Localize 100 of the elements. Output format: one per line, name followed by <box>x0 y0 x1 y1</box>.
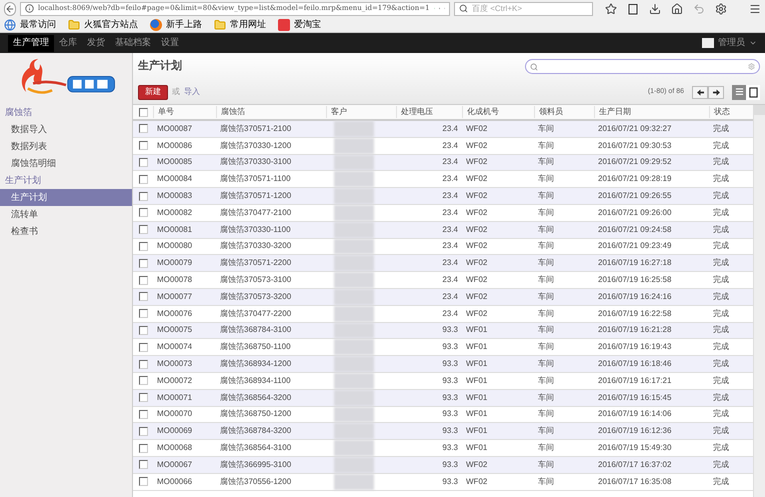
table-row[interactable]: MO00068 腐蚀箔368564-3100 93.3 WF01 车间 2016/07/19 15:49:30 完成 <box>133 440 753 457</box>
table-row[interactable]: MO00075 腐蚀箔368784-3100 93.3 WF01 车间 2016/07/19 16:21:28 完成 <box>133 322 753 340</box>
browser-search-bar[interactable]: 百度 <Ctrl+K> <box>454 2 593 16</box>
column-header[interactable]: 单号 <box>153 106 216 118</box>
sidebar-item[interactable]: 数据列表 <box>0 138 132 155</box>
page-title: 生产计划 <box>138 58 182 74</box>
checkbox[interactable] <box>138 477 148 486</box>
table-row[interactable]: MO00082 腐蚀箔370477-2100 23.4 WF02 车间 2016/07/21 09:26:00 完成 <box>133 204 753 222</box>
table-cell-text: 2016/07/19 16:12:36 <box>597 425 672 438</box>
bookmark-item[interactable]: 爱淘宝 <box>278 18 321 32</box>
checkbox[interactable] <box>138 242 148 251</box>
checkbox[interactable] <box>138 444 148 453</box>
right-arrow-icon <box>712 88 720 96</box>
table-cell-text: 完成 <box>712 458 730 471</box>
table-row[interactable]: MO00077 腐蚀箔370573-3200 23.4 WF02 车间 2016/07/19 16:24:16 完成 <box>133 288 753 306</box>
search-icon <box>530 62 538 70</box>
back-button[interactable] <box>4 2 16 16</box>
table-cell-text: 23.4 <box>441 290 459 303</box>
sidebar-item[interactable]: 数据导入 <box>0 121 132 138</box>
table-cell-text: 完成 <box>712 308 730 320</box>
sidebar-item[interactable]: 流转单 <box>0 206 132 223</box>
table-row[interactable]: MO00073 腐蚀箔368934-1200 93.3 WF01 车间 2016/07/19 16:18:46 完成 <box>133 356 753 373</box>
menu-icon[interactable] <box>749 2 761 14</box>
table-row[interactable]: MO00085 腐蚀箔370330-3100 23.4 WF02 车间 2016/07/21 09:29:52 完成 <box>133 154 753 172</box>
table-row[interactable]: MO00081 腐蚀箔370330-1100 23.4 WF02 车间 2016/07/21 09:24:58 完成 <box>133 222 753 239</box>
user-menu[interactable]: 管理员 <box>718 36 745 50</box>
top-menu-item[interactable]: 设置 <box>156 34 184 52</box>
next-page-button[interactable] <box>708 86 724 98</box>
table-cell-text: 2016/07/21 09:26:00 <box>597 206 672 219</box>
checkbox[interactable] <box>138 393 148 402</box>
bookmark-item[interactable]: 常用网址 <box>214 18 266 32</box>
column-header[interactable]: 腐蚀箔 <box>216 106 326 118</box>
checkbox[interactable] <box>138 192 148 201</box>
bookmark-item[interactable]: 新手上路 <box>150 18 202 32</box>
previous-page-button[interactable] <box>692 86 708 98</box>
table-cell-text: 2016/07/19 16:18:46 <box>597 358 672 370</box>
star-icon[interactable] <box>605 2 617 14</box>
table-cell-text: 腐蚀箔370330-1200 <box>219 140 292 152</box>
table-cell-text: 93.3 <box>441 341 459 354</box>
checkbox[interactable] <box>138 158 148 167</box>
view-mode-button[interactable] <box>746 84 760 100</box>
checkbox[interactable] <box>138 108 148 116</box>
column-header[interactable]: 领料员 <box>534 106 594 118</box>
home-icon[interactable] <box>671 2 683 14</box>
bookmark-item[interactable]: 最常访问 <box>4 18 56 32</box>
table-row[interactable]: MO00074 腐蚀箔368750-1100 93.3 WF01 车间 2016/07/19 16:19:43 完成 <box>133 339 753 356</box>
fox-globe-icon <box>150 18 162 30</box>
checkbox[interactable] <box>138 326 148 335</box>
download-icon[interactable] <box>649 2 661 14</box>
table-cell-text: 93.3 <box>441 408 459 420</box>
checkbox[interactable] <box>138 376 148 386</box>
top-menu-item[interactable]: 仓库 <box>54 34 82 52</box>
table-row[interactable]: MO00078 腐蚀箔370573-3100 23.4 WF02 车间 2016/07/19 16:25:58 完成 <box>133 272 753 289</box>
checkbox[interactable] <box>138 258 148 268</box>
column-header[interactable]: 客户 <box>326 106 396 118</box>
sidebar-item[interactable]: 生产计划 <box>0 189 132 206</box>
table-row[interactable]: MO00069 腐蚀箔368784-3200 93.3 WF01 车间 2016/07/19 16:12:36 完成 <box>133 423 753 440</box>
table-row[interactable]: MO00076 腐蚀箔370477-2200 23.4 WF02 车间 2016/07/19 16:22:58 完成 <box>133 306 753 323</box>
checkbox[interactable] <box>138 225 148 234</box>
sidebar-item[interactable]: 腐蚀箔明细 <box>0 155 132 172</box>
checkbox[interactable] <box>138 174 148 184</box>
tool-icon[interactable] <box>715 2 727 14</box>
checkbox[interactable] <box>138 360 148 369</box>
checkbox[interactable] <box>138 208 148 218</box>
top-menu-item[interactable]: 发货 <box>82 34 110 52</box>
table-row[interactable]: MO00087 腐蚀箔370571-2100 23.4 WF02 车间 2016/07/21 09:32:27 完成 <box>133 121 753 138</box>
browser-search-field[interactable]: 百度 <Ctrl+K> <box>472 2 588 14</box>
checkbox[interactable] <box>138 141 148 150</box>
column-header[interactable]: 处理电压 <box>396 106 462 118</box>
checkbox[interactable] <box>138 276 148 285</box>
table-cell-text: WF01 <box>465 341 488 354</box>
table-row[interactable]: MO00071 腐蚀箔368564-3200 93.3 WF01 车间 2016/07/19 16:15:45 完成 <box>133 390 753 407</box>
search-field[interactable] <box>525 59 760 74</box>
table-cell-text: 腐蚀箔370477-2200 <box>219 308 292 320</box>
top-menu-item[interactable]: 生产管理 <box>8 34 54 52</box>
scrollbar[interactable] <box>753 105 765 497</box>
table-row[interactable]: MO00067 腐蚀箔366995-3100 93.3 WF02 车间 2016/07/17 16:37:02 完成 <box>133 456 753 474</box>
table-row[interactable]: MO00086 腐蚀箔370330-1200 23.4 WF02 车间 2016/07/21 09:30:53 完成 <box>133 138 753 155</box>
table-row[interactable]: MO00084 腐蚀箔370571-1100 23.4 WF02 车间 2016/07/21 09:28:19 完成 <box>133 171 753 188</box>
top-menu-item[interactable]: 基础档案 <box>110 34 156 52</box>
table-row[interactable]: MO00070 腐蚀箔368750-1200 93.3 WF01 车间 2016/07/19 16:14:06 完成 <box>133 406 753 424</box>
checkbox[interactable] <box>138 410 148 419</box>
table-row[interactable]: MO00079 腐蚀箔370571-2200 23.4 WF02 车间 2016/07/19 16:27:18 完成 <box>133 255 753 272</box>
table-cell-text: 腐蚀箔370573-3200 <box>219 290 292 303</box>
table-row[interactable]: MO00080 腐蚀箔370330-3200 23.4 WF02 车间 2016/07/21 09:23:49 完成 <box>133 238 753 256</box>
checkbox[interactable] <box>138 124 148 134</box>
table-row[interactable]: MO00066 腐蚀箔370556-1200 93.3 WF02 车间 2016/07/17 16:35:08 完成 <box>133 474 753 491</box>
table-row[interactable]: MO00072 腐蚀箔368934-1100 93.3 WF01 车间 2016/07/19 16:17:21 完成 <box>133 372 753 390</box>
column-header[interactable]: 生产日期 <box>594 106 709 118</box>
checkbox[interactable] <box>138 426 148 436</box>
checkbox[interactable] <box>138 309 148 318</box>
create-button[interactable]: 新建 <box>138 84 168 100</box>
column-header[interactable]: 化成机号 <box>462 106 534 118</box>
bookmark-item[interactable]: 火狐官方站点 <box>68 18 138 32</box>
checkbox[interactable] <box>138 292 148 302</box>
clipboard-icon[interactable] <box>627 2 639 14</box>
table-row[interactable]: MO00083 腐蚀箔370571-1200 23.4 WF02 车间 2016/07/21 09:26:55 完成 <box>133 188 753 205</box>
sidebar-item[interactable]: 检查书 <box>0 223 132 240</box>
checkbox[interactable] <box>138 342 148 352</box>
checkbox[interactable] <box>138 460 148 470</box>
